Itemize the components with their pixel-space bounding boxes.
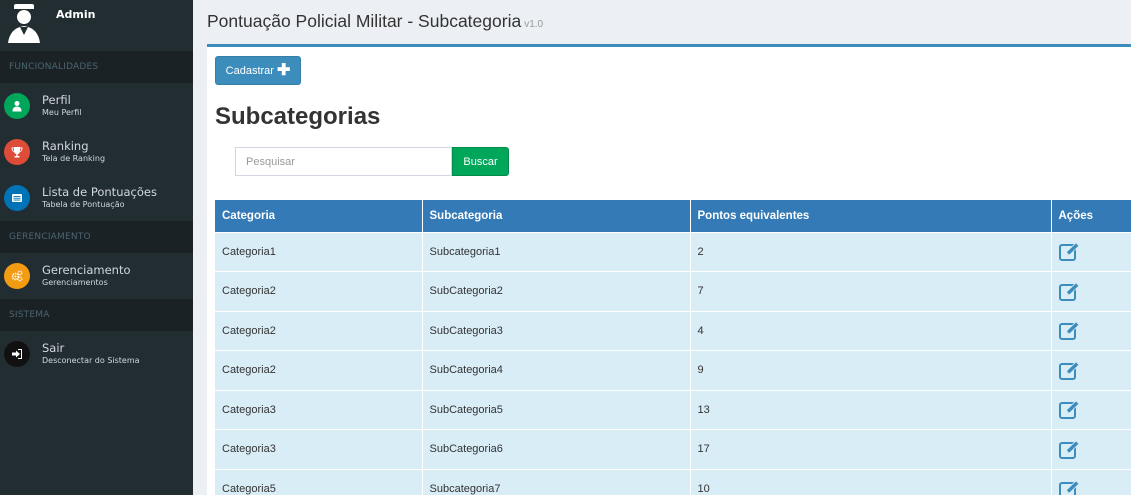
cell-subcategoria: SubCategoria2: [422, 271, 691, 311]
sidebar-item-ranking[interactable]: Ranking Tela de Ranking: [0, 129, 193, 175]
table-row: Categoria2 SubCategoria4 9: [215, 350, 1131, 390]
cell-pontos: 17: [690, 429, 1052, 469]
section-title: Subcategorias: [215, 103, 381, 130]
sidebar-item-gerenciamento[interactable]: Gerenciamento Gerenciamentos: [0, 253, 193, 299]
table-row: Categoria2 SubCategoria3 4: [215, 310, 1131, 351]
table-row: Categoria3 SubCategoria6 17: [215, 429, 1131, 469]
edit-icon[interactable]: [1058, 242, 1081, 262]
table-body: Categoria1 Subcategoria1 2 Categoria2 SubCat…: [215, 231, 1131, 495]
sidebar-item-lista-pontuacoes[interactable]: Lista de Pontuações Tabela de Pontuação: [0, 175, 193, 221]
user-icon: [4, 93, 30, 119]
edit-icon[interactable]: [1058, 479, 1081, 495]
sidebar-item-perfil[interactable]: Perfil Meu Perfil: [0, 83, 193, 129]
sidebar-item-subtitle: Meu Perfil: [42, 108, 82, 117]
cell-categoria: Categoria3: [215, 429, 423, 469]
edit-icon[interactable]: [1058, 400, 1081, 420]
search-button[interactable]: Buscar: [452, 147, 509, 176]
search-input[interactable]: [235, 147, 452, 176]
cadastrar-button[interactable]: Cadastrar ✚: [215, 56, 301, 85]
page-title-text: Pontuação Policial Militar - Subcategori…: [207, 11, 522, 31]
trophy-icon: [4, 139, 30, 165]
list-icon: [4, 185, 30, 211]
column-header-acoes: Ações: [1051, 200, 1131, 232]
sidebar: Admin FUNCIONALIDADES Perfil Meu Perfil …: [0, 0, 193, 495]
cell-subcategoria: Subcategoria1: [422, 231, 691, 272]
column-header-subcategoria[interactable]: Subcategoria: [422, 200, 691, 232]
cell-pontos: 4: [690, 310, 1052, 351]
edit-icon[interactable]: [1058, 281, 1081, 301]
cell-categoria: Categoria3: [215, 389, 423, 430]
cell-subcategoria: SubCategoria6: [422, 429, 691, 469]
sidebar-item-sair[interactable]: Sair Desconectar do Sistema: [0, 331, 193, 377]
cell-pontos: 13: [690, 389, 1052, 430]
avatar: [8, 4, 40, 43]
sidebar-item-title: Sair: [42, 341, 65, 355]
cell-acoes: [1051, 231, 1131, 272]
page-version: v1.0: [524, 19, 544, 30]
cell-categoria: Categoria5: [215, 468, 423, 495]
column-header-categoria[interactable]: Categoria: [215, 200, 423, 232]
sidebar-item-title: Perfil: [42, 93, 71, 107]
section-header-gerenciamento: GERENCIAMENTO: [0, 221, 193, 253]
cadastrar-label: Cadastrar: [225, 64, 274, 77]
cell-acoes: [1051, 389, 1131, 430]
cell-acoes: [1051, 429, 1131, 469]
cell-subcategoria: Subcategoria7: [422, 468, 691, 495]
cell-pontos: 10: [690, 468, 1052, 495]
cell-categoria: Categoria1: [215, 231, 423, 272]
cell-categoria: Categoria2: [215, 310, 423, 351]
sidebar-item-subtitle: Desconectar do Sistema: [42, 356, 140, 365]
cell-categoria: Categoria2: [215, 350, 423, 390]
edit-icon[interactable]: [1058, 360, 1081, 380]
cogs-icon: [4, 263, 30, 289]
section-header-sistema: SISTEMA: [0, 299, 193, 331]
cell-acoes: [1051, 310, 1131, 351]
sidebar-item-subtitle: Tela de Ranking: [42, 154, 106, 163]
cell-subcategoria: SubCategoria5: [422, 389, 691, 430]
sidebar-item-title: Ranking: [42, 139, 89, 153]
cell-subcategoria: SubCategoria4: [422, 350, 691, 390]
subcategory-table: Categoria Subcategoria Pontos equivalent…: [215, 200, 1131, 495]
cell-categoria: Categoria2: [215, 271, 423, 311]
main-box: Cadastrar ✚ Subcategorias Buscar Categor…: [207, 44, 1131, 495]
table-row: Categoria1 Subcategoria1 2: [215, 231, 1131, 272]
cell-pontos: 7: [690, 271, 1052, 311]
cell-pontos: 2: [690, 231, 1052, 272]
sidebar-item-title: Lista de Pontuações: [42, 185, 157, 199]
edit-icon[interactable]: [1058, 439, 1081, 459]
user-name: Admin: [56, 8, 96, 21]
content-header: Pontuação Policial Militar - Subcategori…: [193, 0, 1131, 44]
sidebar-item-subtitle: Gerenciamentos: [42, 278, 108, 287]
table-row: Categoria3 SubCategoria5 13: [215, 389, 1131, 430]
sign-out-icon: [4, 341, 30, 367]
sidebar-item-title: Gerenciamento: [42, 263, 131, 277]
page-title: Pontuação Policial Militar - Subcategori…: [207, 11, 543, 32]
table-row: Categoria5 Subcategoria7 10: [215, 468, 1131, 495]
sidebar-item-subtitle: Tabela de Pontuação: [42, 200, 125, 209]
cell-subcategoria: SubCategoria3: [422, 310, 691, 351]
edit-icon[interactable]: [1058, 321, 1081, 341]
user-panel: Admin: [0, 0, 193, 51]
plus-icon: ✚: [276, 61, 291, 79]
cell-pontos: 9: [690, 350, 1052, 390]
column-header-pontos[interactable]: Pontos equivalentes: [690, 200, 1052, 232]
cell-acoes: [1051, 468, 1131, 495]
table-row: Categoria2 SubCategoria2 7: [215, 271, 1131, 311]
cell-acoes: [1051, 271, 1131, 311]
cell-acoes: [1051, 350, 1131, 390]
table-header-row: Categoria Subcategoria Pontos equivalent…: [215, 200, 1131, 232]
section-header-funcionalidades: FUNCIONALIDADES: [0, 51, 193, 83]
